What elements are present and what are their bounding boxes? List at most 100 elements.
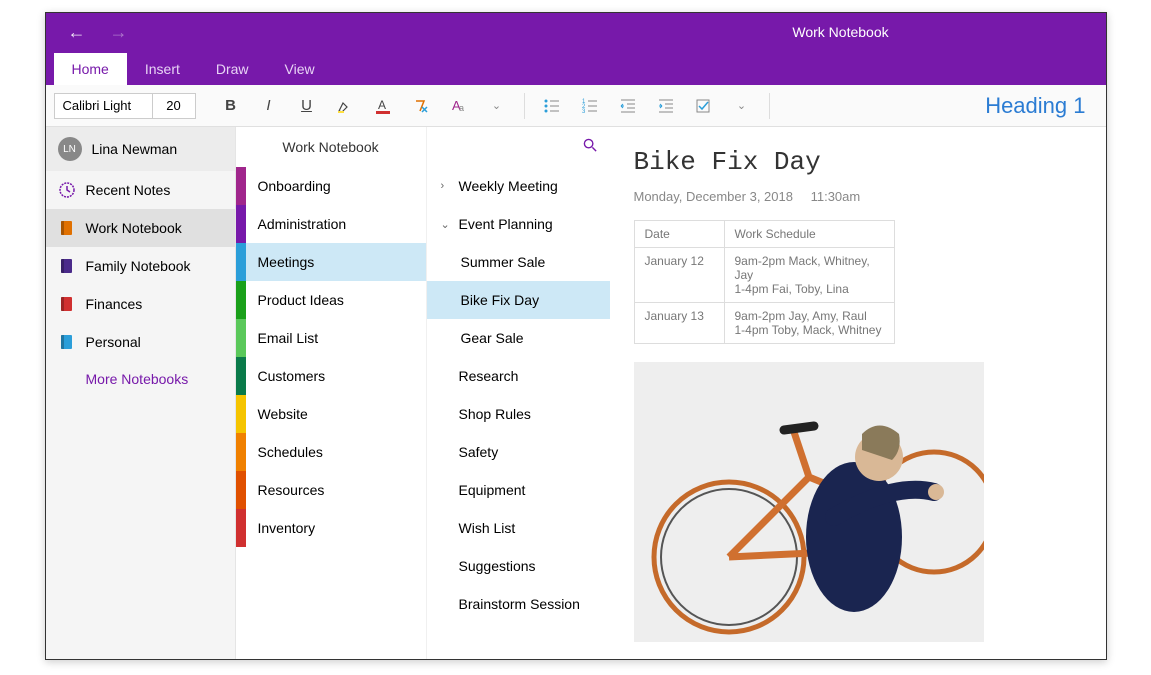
svg-text:A: A <box>378 98 386 112</box>
section-item[interactable]: Administration <box>236 205 426 243</box>
page-label: Gear Sale <box>461 330 524 346</box>
page-item[interactable]: Brainstorm Session <box>427 585 610 623</box>
section-item[interactable]: Schedules <box>236 433 426 471</box>
section-color-tab <box>236 433 246 471</box>
page-label: Brainstorm Session <box>459 596 580 612</box>
section-item[interactable]: Email List <box>236 319 426 357</box>
page-item[interactable]: Suggestions <box>427 547 610 585</box>
section-label: Schedules <box>258 444 323 460</box>
notebook-sidebar: LN Lina Newman Recent Notes Work Notebook… <box>46 127 236 659</box>
clear-format-button[interactable] <box>404 91 438 121</box>
notebook-item[interactable]: Recent Notes <box>46 171 235 209</box>
forward-button[interactable]: → <box>110 22 128 43</box>
more-notebooks[interactable]: More Notebooks <box>46 361 235 397</box>
pages-header <box>427 127 610 167</box>
section-color-tab <box>236 395 246 433</box>
sections-header: Work Notebook <box>236 127 426 167</box>
table-header: Work Schedule <box>724 221 894 248</box>
bullet-list-button[interactable] <box>535 91 569 121</box>
page-item[interactable]: ⌄Event Planning <box>427 205 610 243</box>
page-label: Bike Fix Day <box>461 292 540 308</box>
section-color-tab <box>236 319 246 357</box>
search-icon[interactable] <box>583 138 598 157</box>
tab-view[interactable]: View <box>267 53 333 85</box>
table-header: Date <box>634 221 724 248</box>
page-label: Research <box>459 368 519 384</box>
user-account[interactable]: LN Lina Newman <box>46 127 235 171</box>
page-item[interactable]: › Weekly Meeting <box>427 167 610 205</box>
more-para-button[interactable]: ⌄ <box>725 91 759 121</box>
tab-home[interactable]: Home <box>54 53 127 85</box>
section-item[interactable]: Meetings <box>236 243 426 281</box>
font-color-button[interactable]: A <box>366 91 400 121</box>
highlight-button[interactable] <box>328 91 362 121</box>
notebook-item[interactable]: Work Notebook <box>46 209 235 247</box>
italic-button[interactable]: I <box>252 91 286 121</box>
outdent-button[interactable] <box>611 91 645 121</box>
section-label: Email List <box>258 330 319 346</box>
format-painter-button[interactable]: Aa <box>442 91 476 121</box>
chevron-right-icon[interactable]: › <box>441 180 453 192</box>
section-item[interactable]: Onboarding <box>236 167 426 205</box>
section-item[interactable]: Customers <box>236 357 426 395</box>
tab-insert[interactable]: Insert <box>127 53 198 85</box>
number-list-button[interactable]: 123 <box>573 91 607 121</box>
note-image[interactable] <box>634 362 984 642</box>
page-item[interactable]: Summer Sale <box>427 243 610 281</box>
section-label: Customers <box>258 368 326 384</box>
note-content[interactable]: Bike Fix Day Monday, December 3, 2018 11… <box>610 127 1106 659</box>
section-color-tab <box>236 205 246 243</box>
section-item[interactable]: Resources <box>236 471 426 509</box>
notebook-item[interactable]: Family Notebook <box>46 247 235 285</box>
user-name: Lina Newman <box>92 141 178 157</box>
underline-button[interactable]: U <box>290 91 324 121</box>
tab-draw[interactable]: Draw <box>198 53 267 85</box>
section-label: Product Ideas <box>258 292 344 308</box>
page-item[interactable]: Safety <box>427 433 610 471</box>
notebook-label: Family Notebook <box>86 258 191 274</box>
more-font-button[interactable]: ⌄ <box>480 91 514 121</box>
note-time: 11:30am <box>811 189 861 204</box>
notebook-label: Recent Notes <box>86 182 171 198</box>
section-label: Onboarding <box>258 178 331 194</box>
section-item[interactable]: Inventory <box>236 509 426 547</box>
indent-button[interactable] <box>649 91 683 121</box>
page-item[interactable]: Gear Sale <box>427 319 610 357</box>
note-date: Monday, December 3, 2018 <box>634 189 793 204</box>
style-heading[interactable]: Heading 1 <box>985 93 1085 119</box>
page-title[interactable]: Bike Fix Day <box>634 147 1082 177</box>
page-label: Wish List <box>459 520 516 536</box>
section-label: Inventory <box>258 520 316 536</box>
page-item[interactable]: Research <box>427 357 610 395</box>
section-item[interactable]: Product Ideas <box>236 281 426 319</box>
bold-button[interactable]: B <box>214 91 248 121</box>
section-label: Resources <box>258 482 325 498</box>
page-label: Summer Sale <box>461 254 546 270</box>
section-item[interactable]: Website <box>236 395 426 433</box>
todo-tag-button[interactable] <box>687 91 721 121</box>
section-color-tab <box>236 471 246 509</box>
note-meta: Monday, December 3, 2018 11:30am <box>634 189 1082 204</box>
notebook-icon <box>58 257 76 275</box>
svg-text:a: a <box>459 103 464 113</box>
pages-column: › Weekly Meeting ⌄Event Planning Summer Sal… <box>426 127 610 659</box>
notebook-item[interactable]: Personal <box>46 323 235 361</box>
page-label: Shop Rules <box>459 406 531 422</box>
font-name-input[interactable] <box>55 94 153 118</box>
window-title: Work Notebook <box>792 24 888 40</box>
notebook-icon <box>58 219 76 237</box>
page-item[interactable]: Equipment <box>427 471 610 509</box>
page-item[interactable]: Shop Rules <box>427 395 610 433</box>
back-button[interactable]: ← <box>68 22 86 43</box>
chevron-down-icon[interactable]: ⌄ <box>441 218 453 231</box>
notebook-item[interactable]: Finances <box>46 285 235 323</box>
font-size-input[interactable] <box>153 94 195 118</box>
avatar: LN <box>58 137 82 161</box>
page-item[interactable]: Bike Fix Day <box>427 281 610 319</box>
schedule-table[interactable]: Date Work Schedule January 12 9am-2pm Ma… <box>634 220 895 344</box>
table-row: January 13 9am-2pm Jay, Amy, Raul 1-4pm … <box>634 303 894 344</box>
page-item[interactable]: Wish List <box>427 509 610 547</box>
page-label: Weekly Meeting <box>459 178 558 194</box>
notebook-icon <box>58 295 76 313</box>
section-color-tab <box>236 281 246 319</box>
